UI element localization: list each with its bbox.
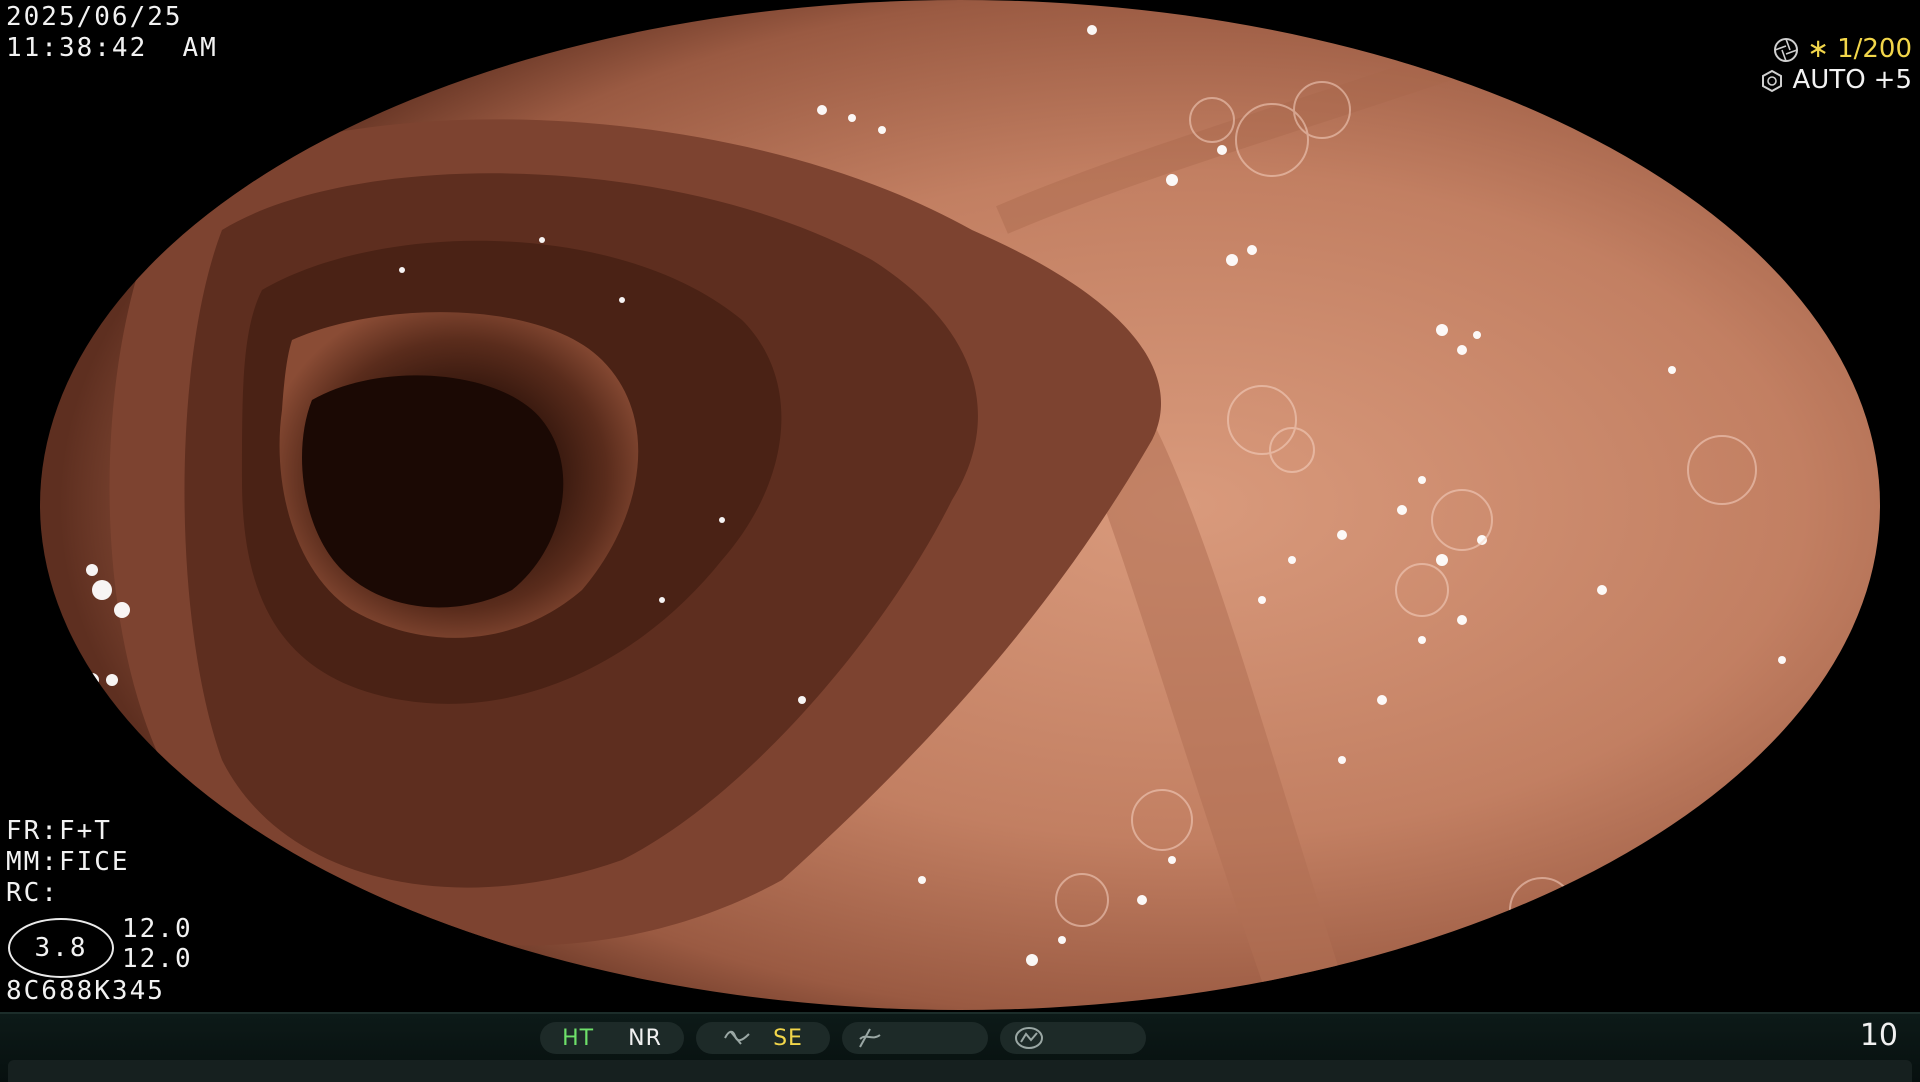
value-1: 12.0	[122, 914, 193, 944]
nr-label: NR	[628, 1025, 662, 1051]
curve-indicator	[842, 1022, 988, 1054]
ht-label: HT	[562, 1025, 595, 1051]
fr-setting: FR:F+T	[6, 816, 112, 846]
gauge-indicator	[1000, 1022, 1146, 1054]
status-bar: HT NR SE	[0, 1012, 1920, 1082]
shutter-prefix: ∗	[1807, 34, 1830, 64]
mm-setting: MM:FICE	[6, 847, 130, 877]
status-bar-base	[8, 1060, 1912, 1082]
exposure-mode-value: +5	[1873, 65, 1912, 95]
rc-setting: RC:	[6, 878, 59, 908]
page-number: 10	[1859, 1018, 1898, 1053]
value-2: 12.0	[122, 944, 193, 974]
endoscope-image	[22, 0, 1898, 1010]
shutter-row: ∗ 1/200	[1759, 34, 1912, 65]
exposure-mode: AUTO	[1792, 65, 1866, 95]
ellipse-value-badge: 3.8	[8, 918, 114, 978]
serial-number: 8C688K345	[6, 976, 165, 1006]
endoscopy-monitor: 2025/06/25 11:38:42 AM ∗ 1/200 AUTO +5 F…	[0, 0, 1920, 1082]
ht-nr-indicator: HT NR	[540, 1022, 684, 1054]
time-readout: 11:38:42 AM	[6, 33, 218, 63]
slash-curve-icon	[859, 1028, 881, 1048]
se-label: SE	[773, 1025, 803, 1051]
aperture-icon	[1774, 37, 1799, 62]
gauge-icon	[1015, 1027, 1043, 1049]
exposure-mode-row: AUTO +5	[1759, 65, 1912, 96]
shutter-speed: 1/200	[1837, 34, 1912, 64]
date-readout: 2025/06/25	[6, 2, 183, 32]
iris-icon	[1761, 69, 1782, 92]
ellipse-value: 3.8	[34, 933, 88, 963]
wave-icon	[724, 1030, 750, 1045]
se-indicator: SE	[696, 1022, 830, 1054]
exposure-panel: ∗ 1/200 AUTO +5	[1759, 34, 1912, 96]
